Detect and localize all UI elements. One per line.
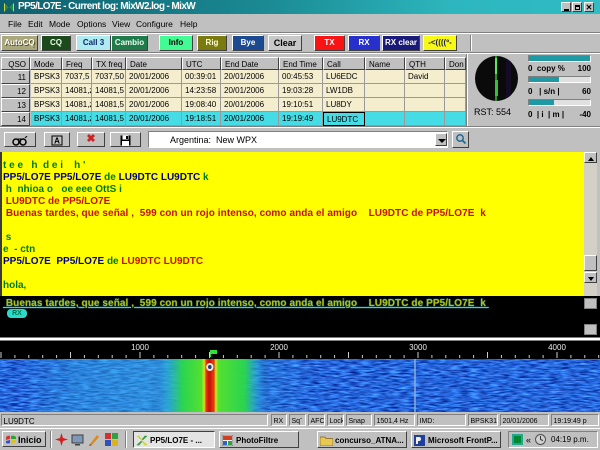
svg-text:2000: 2000 <box>270 343 288 352</box>
svg-text:1000: 1000 <box>131 343 149 352</box>
svg-text:3000: 3000 <box>409 343 427 352</box>
svg-text:4000: 4000 <box>548 343 566 352</box>
svg-text:A: A <box>54 137 60 146</box>
